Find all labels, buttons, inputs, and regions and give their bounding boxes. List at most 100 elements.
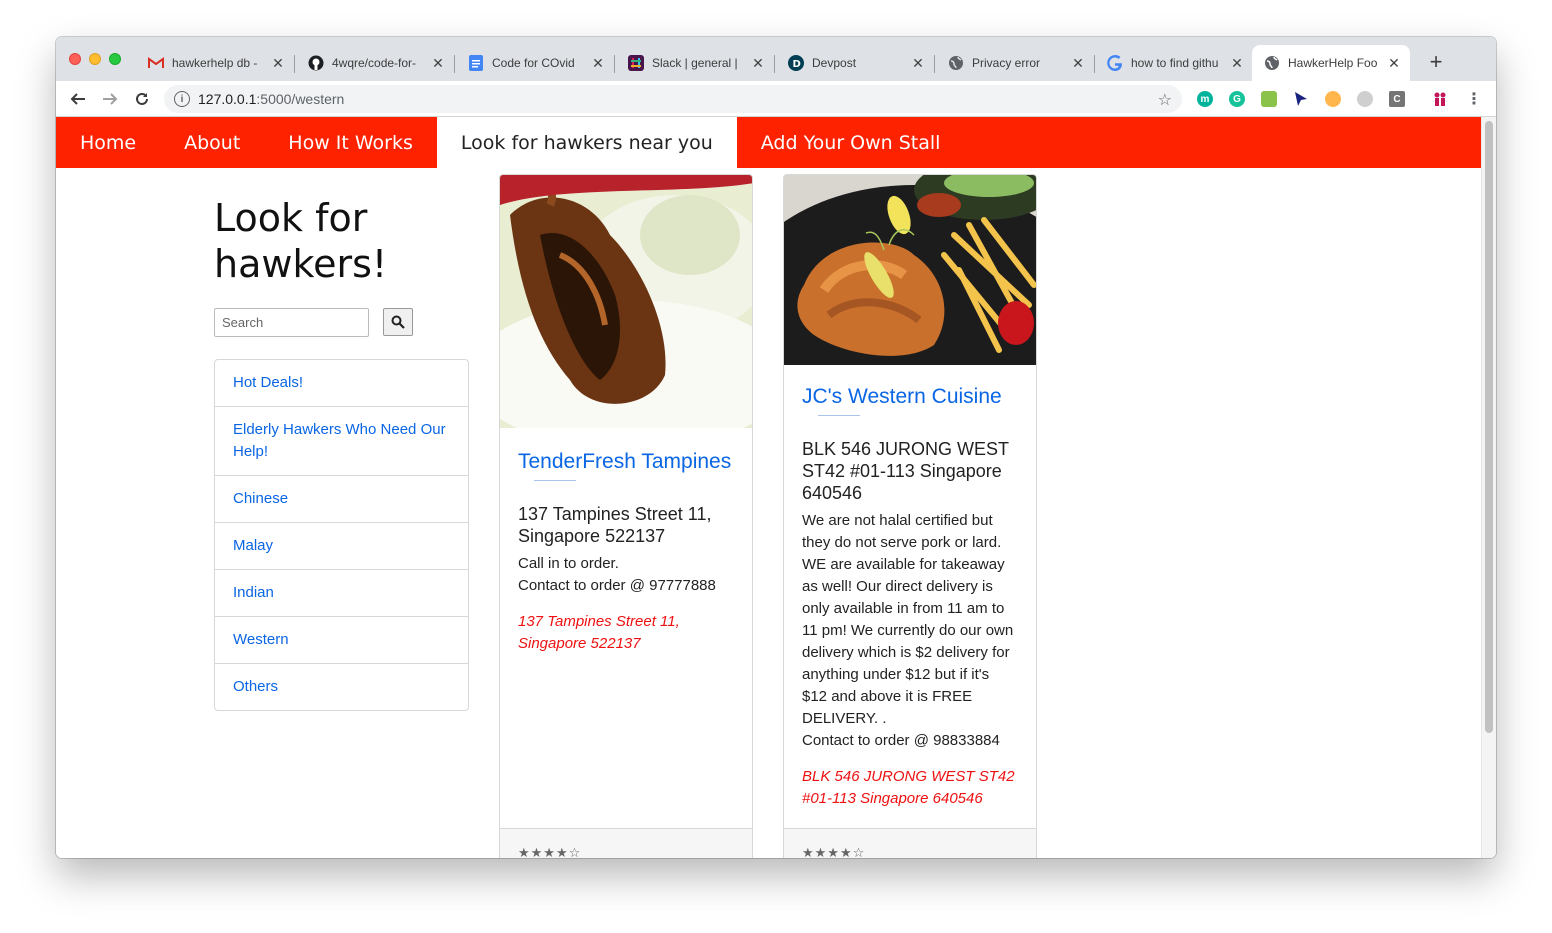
minimize-window-button[interactable] xyxy=(89,53,101,65)
stall-title-link[interactable]: TenderFresh Tampines xyxy=(518,448,734,476)
rating-stars: ★★★★☆ xyxy=(802,845,866,858)
page-title: Look for hawkers! xyxy=(214,196,388,286)
search-button[interactable] xyxy=(383,308,413,336)
tab-title: HawkerHelp Foo xyxy=(1288,56,1378,70)
extension-gray-icon[interactable] xyxy=(1357,91,1373,107)
close-tab-icon[interactable]: ✕ xyxy=(430,55,446,72)
nav-add-stall[interactable]: Add Your Own Stall xyxy=(737,117,965,168)
slack-icon xyxy=(628,55,644,71)
address-bar[interactable]: i 127.0.0.1 :5000/western ☆ xyxy=(164,85,1182,113)
cursor-extension-icon[interactable] xyxy=(1293,91,1309,107)
food-image[interactable] xyxy=(784,175,1036,365)
devpost-icon: D xyxy=(788,55,804,71)
stall-contact: Contact to order @ 98833884 xyxy=(802,732,1000,749)
card-footer: ★★★★☆ xyxy=(784,828,1036,858)
close-tab-icon[interactable]: ✕ xyxy=(1229,55,1245,72)
globe-icon xyxy=(948,55,964,71)
tab-title: Privacy error xyxy=(972,56,1041,70)
svg-text:D: D xyxy=(793,59,801,70)
extension-face-icon[interactable] xyxy=(1325,91,1341,107)
url-host: 127.0.0.1 xyxy=(198,91,257,107)
nav-about[interactable]: About xyxy=(160,117,264,168)
info-icon[interactable]: i xyxy=(174,91,190,107)
page-viewport: Home About How It Works Look for hawkers… xyxy=(56,117,1496,858)
category-list: Hot Deals! Elderly Hawkers Who Need Our … xyxy=(214,359,469,711)
profile-avatar[interactable] xyxy=(1432,91,1448,107)
rating-stars: ★★★★☆ xyxy=(518,845,582,858)
stall-location: BLK 546 JURONG WEST ST42 #01-113 Singapo… xyxy=(802,768,1015,807)
stall-location: 137 Tampines Street 11, Singapore 522137 xyxy=(518,613,680,652)
kebab-menu-icon[interactable]: ⋮ xyxy=(1466,91,1482,108)
tab-title: Code for COvid xyxy=(492,56,575,70)
tab-title: hawkerhelp db - xyxy=(172,56,258,70)
extension-burger-icon[interactable] xyxy=(1261,91,1277,107)
forward-button[interactable] xyxy=(98,87,122,111)
close-tab-icon[interactable]: ✕ xyxy=(750,55,766,72)
nav-look-for-hawkers[interactable]: Look for hawkers near you xyxy=(436,117,737,168)
category-malay[interactable]: Malay xyxy=(215,523,468,570)
close-tab-icon[interactable]: ✕ xyxy=(590,55,606,72)
browser-tab[interactable]: Slack | general | ✕ xyxy=(616,45,774,81)
category-elderly-hawkers[interactable]: Elderly Hawkers Who Need Our Help! xyxy=(215,407,468,476)
tab-title: Devpost xyxy=(812,56,857,70)
hawker-card: TenderFresh Tampines 137 Tampines Street… xyxy=(499,174,753,858)
docs-icon xyxy=(468,55,484,71)
bookmark-star-icon[interactable]: ☆ xyxy=(1158,90,1172,110)
stall-title-link[interactable]: JC's Western Cuisine xyxy=(802,383,1018,411)
category-indian[interactable]: Indian xyxy=(215,570,468,617)
arrow-right-icon xyxy=(103,93,118,105)
close-window-button[interactable] xyxy=(69,53,81,65)
category-hot-deals[interactable]: Hot Deals! xyxy=(215,360,468,407)
close-tab-icon[interactable]: ✕ xyxy=(910,55,926,72)
browser-tab[interactable]: Privacy error ✕ xyxy=(936,45,1094,81)
browser-tab-active[interactable]: HawkerHelp Foo ✕ xyxy=(1252,45,1410,81)
reload-icon xyxy=(136,92,148,105)
scrollbar[interactable] xyxy=(1481,117,1496,858)
grammarly-icon[interactable]: G xyxy=(1229,91,1245,107)
title-underline xyxy=(534,480,576,481)
top-navbar: Home About How It Works Look for hawkers… xyxy=(56,117,1481,168)
hawker-card: JC's Western Cuisine BLK 546 JURONG WEST… xyxy=(783,174,1037,858)
reload-button[interactable] xyxy=(130,87,154,111)
stall-description: We are not halal certified but they do n… xyxy=(802,512,1014,727)
browser-tab[interactable]: D Devpost ✕ xyxy=(776,45,934,81)
tab-title: Slack | general | xyxy=(652,56,738,70)
browser-toolbar: i 127.0.0.1 :5000/western ☆ m G C ⋮ xyxy=(56,81,1496,117)
tab-title: 4wqre/code-for- xyxy=(332,56,417,70)
browser-tab[interactable]: how to find githu ✕ xyxy=(1095,45,1253,81)
nav-how-it-works[interactable]: How It Works xyxy=(264,117,437,168)
title-underline xyxy=(818,415,860,416)
tab-title: how to find githu xyxy=(1131,56,1219,70)
category-chinese[interactable]: Chinese xyxy=(215,476,468,523)
search-input[interactable] xyxy=(214,308,369,337)
food-image[interactable] xyxy=(500,175,752,428)
maximize-window-button[interactable] xyxy=(109,53,121,65)
close-tab-icon[interactable]: ✕ xyxy=(270,55,286,72)
search-icon xyxy=(391,315,405,329)
gmail-icon xyxy=(148,55,164,71)
scrollbar-thumb[interactable] xyxy=(1485,121,1493,733)
close-tab-icon[interactable]: ✕ xyxy=(1070,55,1086,72)
category-western[interactable]: Western xyxy=(215,617,468,664)
category-others[interactable]: Others xyxy=(215,664,468,710)
browser-tab[interactable]: 4wqre/code-for- ✕ xyxy=(296,45,454,81)
extension-c-icon[interactable]: C xyxy=(1389,91,1405,107)
close-tab-icon[interactable]: ✕ xyxy=(1386,55,1402,72)
extension-m-icon[interactable]: m xyxy=(1197,91,1213,107)
new-tab-button[interactable]: + xyxy=(1422,49,1450,77)
github-icon xyxy=(308,55,324,71)
google-icon xyxy=(1107,55,1123,71)
browser-tab[interactable]: hawkerhelp db - ✕ xyxy=(136,45,294,81)
globe-icon xyxy=(1264,55,1280,71)
browser-tab[interactable]: Code for COvid ✕ xyxy=(456,45,614,81)
stall-description: Call in to order. xyxy=(518,555,619,572)
card-footer: ★★★★☆ xyxy=(500,828,752,858)
back-button[interactable] xyxy=(66,87,90,111)
stall-contact: Contact to order @ 97777888 xyxy=(518,577,716,594)
nav-home[interactable]: Home xyxy=(56,117,160,168)
stall-address: BLK 546 JURONG WEST ST42 #01-113 Singapo… xyxy=(802,439,1009,503)
tab-strip: hawkerhelp db - ✕ 4wqre/code-for- ✕ Code… xyxy=(56,37,1496,81)
url-path: :5000/western xyxy=(256,91,345,107)
stall-address: 137 Tampines Street 11, Singapore 522137 xyxy=(518,504,712,546)
arrow-left-icon xyxy=(70,93,85,105)
